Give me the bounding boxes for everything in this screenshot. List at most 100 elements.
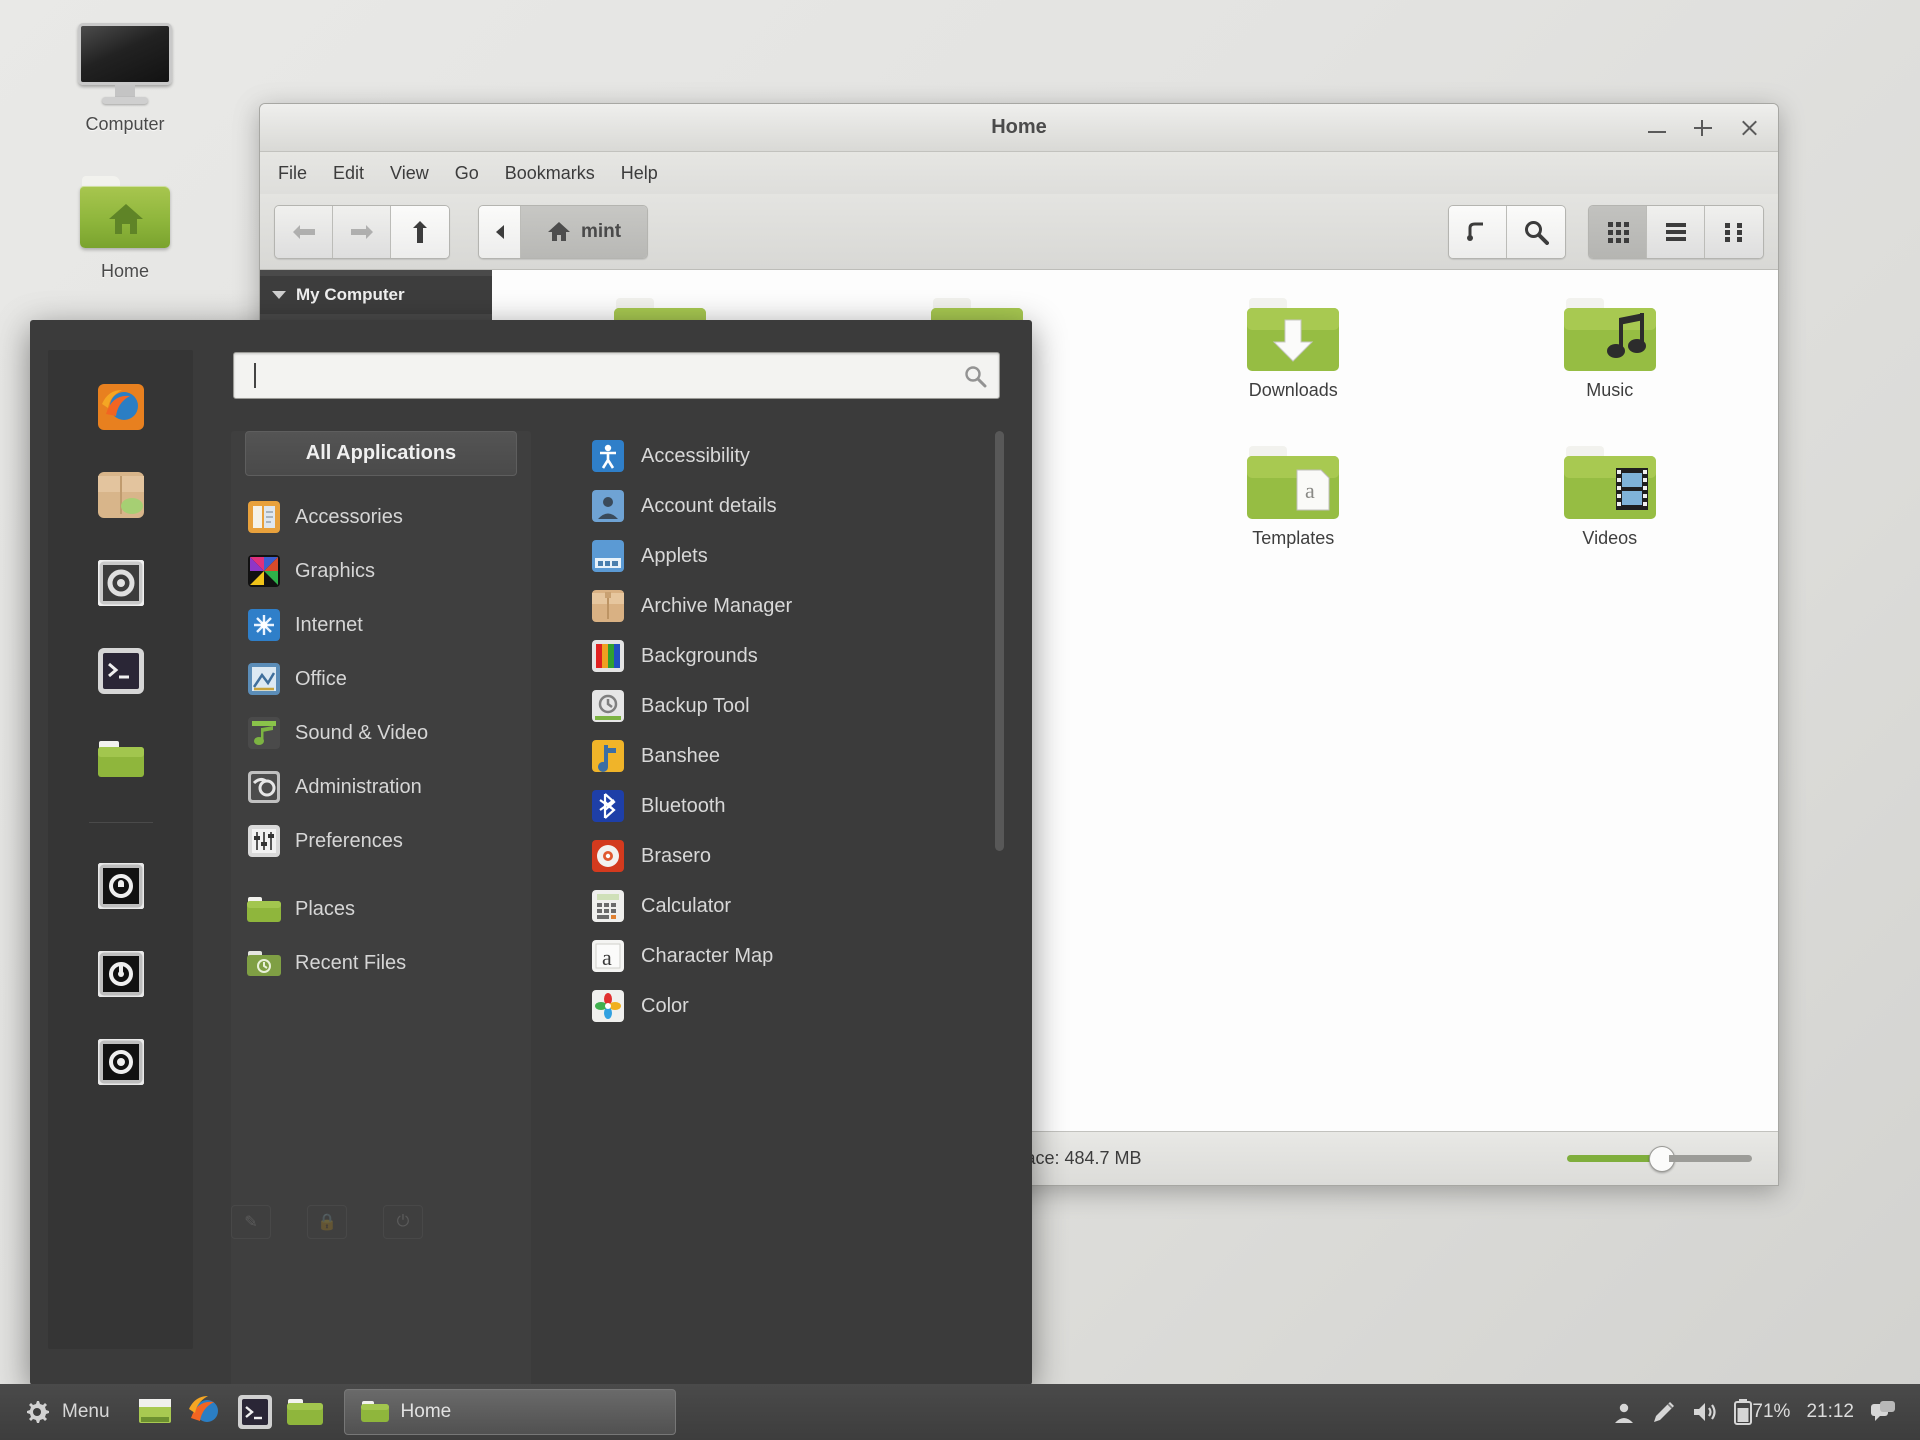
- menubar: File Edit View Go Bookmarks Help: [260, 152, 1778, 194]
- terminal-icon[interactable]: [96, 646, 146, 696]
- forward-button[interactable]: [333, 205, 391, 258]
- quit-icon[interactable]: [96, 1037, 146, 1087]
- battery-icon: [1734, 1399, 1753, 1425]
- view-list-button[interactable]: [1647, 205, 1705, 258]
- firefox-icon[interactable]: [96, 382, 146, 432]
- log-out-icon[interactable]: [96, 949, 146, 999]
- user-icon[interactable]: [1612, 1400, 1636, 1424]
- close-button[interactable]: [1738, 117, 1760, 139]
- app-item-banshee[interactable]: Banshee: [579, 731, 1032, 781]
- menu-bookmarks[interactable]: Bookmarks: [505, 163, 595, 184]
- minimize-button[interactable]: [1646, 117, 1668, 139]
- app-item-backgrounds[interactable]: Backgrounds: [579, 631, 1032, 681]
- up-button[interactable]: [391, 205, 449, 258]
- menu-lock-button[interactable]: 🔒: [307, 1205, 347, 1239]
- firefox-icon[interactable]: [184, 1391, 226, 1433]
- places-icon: [247, 892, 281, 926]
- application-menu: All Applications Accessories Graphics In…: [30, 320, 1032, 1411]
- menu-file[interactable]: File: [278, 163, 307, 184]
- menu-footer-buttons: ✎ 🔒 ⏻: [231, 1205, 423, 1239]
- software-manager-icon[interactable]: [96, 470, 146, 520]
- terminal-icon[interactable]: [234, 1391, 276, 1433]
- app-item-bluetooth[interactable]: Bluetooth: [579, 781, 1032, 831]
- favorites-sidebar: [48, 350, 193, 1349]
- back-arrow-icon: [292, 224, 315, 239]
- search-icon: [965, 365, 987, 387]
- app-item-applets[interactable]: Applets: [579, 531, 1032, 581]
- list-view-icon: [1665, 222, 1686, 241]
- app-item-color[interactable]: Color: [579, 981, 1032, 1031]
- show-desktop-icon[interactable]: [134, 1391, 176, 1433]
- view-icons-button[interactable]: [1589, 205, 1647, 258]
- category-item-sound-video[interactable]: Sound & Video: [231, 706, 531, 760]
- file-label: Templates: [1252, 528, 1335, 548]
- app-item-brasero[interactable]: Brasero: [579, 831, 1032, 881]
- app-label: Character Map: [641, 944, 774, 967]
- recent-files-icon: [247, 946, 281, 980]
- desktop-icon-area: Computer Home: [0, 0, 250, 282]
- divider: [88, 822, 153, 823]
- view-compact-button[interactable]: [1705, 205, 1763, 258]
- pen-icon[interactable]: [1652, 1400, 1676, 1424]
- menu-edit-button[interactable]: ✎: [231, 1205, 271, 1239]
- battery-indicator[interactable]: 71%: [1734, 1399, 1790, 1425]
- system-settings-icon[interactable]: [96, 558, 146, 608]
- category-list: All Applications Accessories Graphics In…: [231, 431, 531, 1385]
- category-item-recent-files[interactable]: Recent Files: [231, 936, 531, 990]
- location-toggle-button[interactable]: [1449, 205, 1507, 258]
- category-item-internet[interactable]: Internet: [231, 598, 531, 652]
- files-icon[interactable]: [96, 734, 146, 784]
- app-item-archive-manager[interactable]: Archive Manager: [579, 581, 1032, 631]
- app-item-accessibility[interactable]: Accessibility: [579, 431, 1032, 481]
- file-item[interactable]: a Templates: [1135, 436, 1452, 584]
- application-list-scrollbar[interactable]: [995, 431, 1004, 851]
- brasero-icon: [591, 839, 625, 873]
- category-item-graphics[interactable]: Graphics: [231, 544, 531, 598]
- accessories-icon: [247, 500, 281, 534]
- category-item-accessories[interactable]: Accessories: [231, 490, 531, 544]
- desktop-icon-label: Computer: [85, 114, 165, 134]
- desktop-icon-home[interactable]: Home: [30, 169, 220, 282]
- menu-button[interactable]: Menu: [10, 1389, 124, 1435]
- volume-icon[interactable]: [1692, 1400, 1718, 1424]
- account-details-icon: [591, 489, 625, 523]
- app-item-calculator[interactable]: Calculator: [579, 881, 1032, 931]
- search-button[interactable]: [1507, 205, 1565, 258]
- category-all-applications[interactable]: All Applications: [245, 431, 517, 476]
- app-item-character-map[interactable]: a Character Map: [579, 931, 1032, 981]
- app-item-backup-tool[interactable]: Backup Tool: [579, 681, 1032, 731]
- lock-screen-icon[interactable]: [96, 861, 146, 911]
- notifications-icon[interactable]: [1870, 1400, 1896, 1424]
- administration-icon: [247, 770, 281, 804]
- app-item-account-details[interactable]: Account details: [579, 481, 1032, 531]
- category-item-places[interactable]: Places: [231, 882, 531, 936]
- menu-view[interactable]: View: [390, 163, 429, 184]
- menu-go[interactable]: Go: [455, 163, 479, 184]
- back-button[interactable]: [275, 205, 333, 258]
- zoom-slider[interactable]: [1567, 1145, 1752, 1172]
- maximize-button[interactable]: [1692, 117, 1714, 139]
- category-label: Office: [295, 667, 347, 690]
- category-item-administration[interactable]: Administration: [231, 760, 531, 814]
- breadcrumb-item-mint[interactable]: mint: [521, 205, 648, 258]
- desktop-icon-computer[interactable]: Computer: [30, 22, 220, 135]
- places-group-my-computer[interactable]: My Computer: [260, 276, 492, 314]
- menu-help[interactable]: Help: [621, 163, 658, 184]
- file-item[interactable]: Videos: [1452, 436, 1769, 584]
- banshee-icon: [591, 739, 625, 773]
- category-item-office[interactable]: Office: [231, 652, 531, 706]
- search-input[interactable]: [233, 352, 1000, 399]
- menu-power-button[interactable]: ⏻: [383, 1205, 423, 1239]
- category-item-preferences[interactable]: Preferences: [231, 814, 531, 868]
- file-item[interactable]: Downloads: [1135, 288, 1452, 436]
- file-item[interactable]: Music: [1452, 288, 1769, 436]
- clock[interactable]: 21:12: [1806, 1401, 1854, 1423]
- window-list-item-home[interactable]: Home: [343, 1389, 676, 1435]
- preferences-icon: [247, 824, 281, 858]
- breadcrumb-label: mint: [581, 220, 622, 242]
- menu-edit[interactable]: Edit: [333, 163, 364, 184]
- text-caret: [254, 363, 256, 388]
- chevron-down-icon: [272, 291, 286, 299]
- breadcrumb-prev-button[interactable]: [479, 205, 521, 258]
- files-icon[interactable]: [284, 1391, 326, 1433]
